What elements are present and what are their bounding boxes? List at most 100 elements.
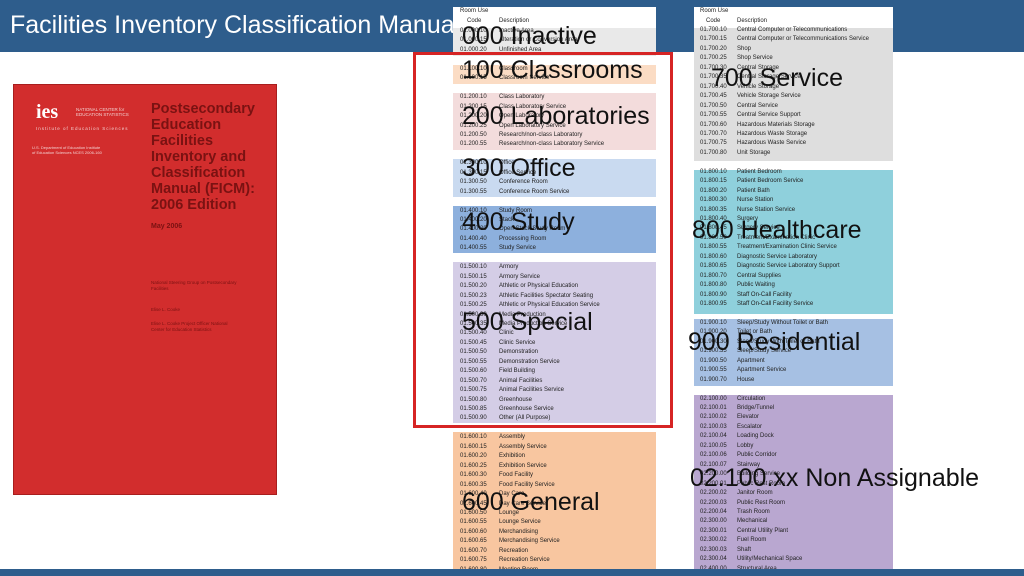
bottom-bar <box>0 569 1024 576</box>
room-use-code: 02.300.03 <box>700 546 727 553</box>
right-header-room-use: Room Use <box>700 8 729 14</box>
room-use-code: 01.600.10 <box>460 434 487 441</box>
room-use-description: Vehicle Storage Service <box>737 93 801 100</box>
room-use-code: 02.100.06 <box>700 452 727 459</box>
room-use-description: Fuel Room <box>737 537 767 544</box>
room-use-description: Treatment/Examination Clinic Service <box>737 244 837 251</box>
room-use-description: Hazardous Waste Storage <box>737 130 808 137</box>
table-row: 01.700.45 Vehicle Storage Service <box>694 92 893 101</box>
room-use-description: Exhibition <box>499 453 526 460</box>
room-use-description: Diagnostic Service Laboratory Support <box>737 263 840 270</box>
room-use-description: Nurse Station Service <box>737 206 796 213</box>
room-use-description: Merchandising Service <box>499 538 560 545</box>
table-row: 01.700.25 Shop Service <box>694 54 893 63</box>
room-use-code: 02.100.00 <box>700 395 727 402</box>
room-use-description: Recreation Service <box>499 557 550 564</box>
room-use-code: 01.800.15 <box>700 178 727 185</box>
table-row: 01.800.60 Diagnostic Service Laboratory <box>694 253 893 262</box>
room-use-code: 01.700.15 <box>700 36 727 43</box>
room-use-code: 01.800.95 <box>700 301 727 308</box>
ficm-cover-image: ies NATIONAL CENTER for EDUCATION STATIS… <box>13 84 277 495</box>
room-use-code: 01.700.20 <box>700 45 727 52</box>
table-row: 02.100.04 Loading Dock <box>694 432 893 441</box>
table-row: 01.600.25 Exhibition Service <box>453 462 656 471</box>
table-row: 01.700.10 Central Computer or Telecommuni… <box>694 26 893 35</box>
table-row: 02.300.01 Central Utility Plant <box>694 527 893 536</box>
left-header-room-use: Room Use <box>460 8 489 14</box>
room-use-code: 01.600.15 <box>460 443 487 450</box>
table-row <box>694 158 893 167</box>
table-row: 02.100.00 Circulation <box>694 395 893 404</box>
room-use-code: 01.800.80 <box>700 282 727 289</box>
room-use-description: Staff On-Call Facility <box>737 291 792 298</box>
label-900-residential: 900 Residential <box>688 328 861 356</box>
room-use-code: 01.700.70 <box>700 130 727 137</box>
room-use-description: Unit Storage <box>737 149 771 156</box>
table-row: 01.700.60 Hazardous Materials Storage <box>694 121 893 130</box>
room-use-description: Food Facility <box>499 472 534 479</box>
room-use-code: 02.300.01 <box>700 527 727 534</box>
table-row: 02.100.05 Lobby <box>694 442 893 451</box>
table-row: 01.800.70 Central Supplies <box>694 272 893 281</box>
room-use-description: Public Rest Room <box>737 499 786 506</box>
label-400-study: 400 Study <box>462 208 575 236</box>
room-use-description: Hazardous Materials Storage <box>737 121 815 128</box>
table-row: 01.900.70 House <box>694 376 893 385</box>
ies-logo: ies <box>36 101 59 123</box>
room-use-code: 01.600.60 <box>460 528 487 535</box>
label-300-office: 300 Office <box>462 154 576 182</box>
room-use-description: Merchandising <box>499 528 539 535</box>
room-use-description: Nurse Station <box>737 197 774 204</box>
room-use-code: 01.700.75 <box>700 140 727 147</box>
room-use-code: 01.900.70 <box>700 376 727 383</box>
room-use-description: Lounge Service <box>499 519 541 526</box>
room-use-description: Loading Dock <box>737 433 774 440</box>
room-use-description: Central Supplies <box>737 272 782 279</box>
right-header-description: Description <box>737 18 768 24</box>
room-use-description: Central Service Support <box>737 112 801 119</box>
table-row: 01.800.90 Staff On-Call Facility <box>694 291 893 300</box>
table-row: 01.600.30 Food Facility <box>453 471 656 480</box>
room-use-description: Central Service <box>737 102 779 109</box>
room-use-code: 02.200.04 <box>700 508 727 515</box>
room-use-description: Central Utility Plant <box>737 527 789 534</box>
label-200-laboratories: 200 Laboratories <box>462 102 650 130</box>
slide-title: Facilities Inventory Classification Manu… <box>10 11 461 39</box>
table-row: 01.600.65 Merchandising Service <box>453 537 656 546</box>
room-use-description: Trash Room <box>737 508 770 515</box>
room-use-code: 01.700.60 <box>700 121 727 128</box>
room-use-code: 01.800.60 <box>700 253 727 260</box>
room-use-description: Shop Service <box>737 55 773 62</box>
room-use-description: Bridge/Tunnel <box>737 405 775 411</box>
table-row: 02.300.00 Mechanical <box>694 517 893 526</box>
table-row: 01.800.35 Nurse Station Service <box>694 206 893 215</box>
room-use-code: 01.900.10 <box>700 319 727 326</box>
room-use-description: Patient Bedroom Service <box>737 178 804 185</box>
table-row: 02.100.03 Escalator <box>694 423 893 432</box>
room-use-description: Apartment <box>737 357 765 364</box>
table-row: 01.700.70 Hazardous Waste Storage <box>694 130 893 139</box>
room-use-description: Assembly Service <box>499 443 547 450</box>
room-use-code: 01.900.55 <box>700 367 727 374</box>
table-row: 01.600.55 Lounge Service <box>453 518 656 527</box>
table-row: 02.200.04 Trash Room <box>694 508 893 517</box>
table-row <box>694 310 893 319</box>
room-use-description: Exhibition Service <box>499 462 547 469</box>
room-use-code: 02.300.04 <box>700 556 727 563</box>
label-non-assignable: 02.100.xx Non Assignable <box>690 464 980 492</box>
room-use-description: Patient Bedroom <box>737 168 782 175</box>
label-700-service: 700 Service <box>711 64 844 92</box>
table-row: 01.700.75 Hazardous Waste Service <box>694 139 893 148</box>
room-use-code: 02.100.04 <box>700 433 727 440</box>
label-100-classrooms: 100 Classrooms <box>462 56 643 84</box>
room-use-description: Shaft <box>737 546 752 553</box>
room-use-description: Patient Bath <box>737 187 770 194</box>
ies-org-name: NATIONAL CENTER for EDUCATION STATISTICS <box>76 107 129 117</box>
table-row: 01.600.10 Assembly <box>453 433 656 442</box>
table-row: 02.300.04 Utility/Mechanical Space <box>694 555 893 564</box>
room-use-code: 02.300.00 <box>700 518 727 525</box>
table-row: 02.100.06 Public Corridor <box>694 451 893 460</box>
room-use-code: 02.100.01 <box>700 405 727 411</box>
room-use-description: Staff On-Call Facility Service <box>737 301 814 308</box>
room-use-description: Sleep/Study Without Toilet or Bath <box>737 319 828 326</box>
